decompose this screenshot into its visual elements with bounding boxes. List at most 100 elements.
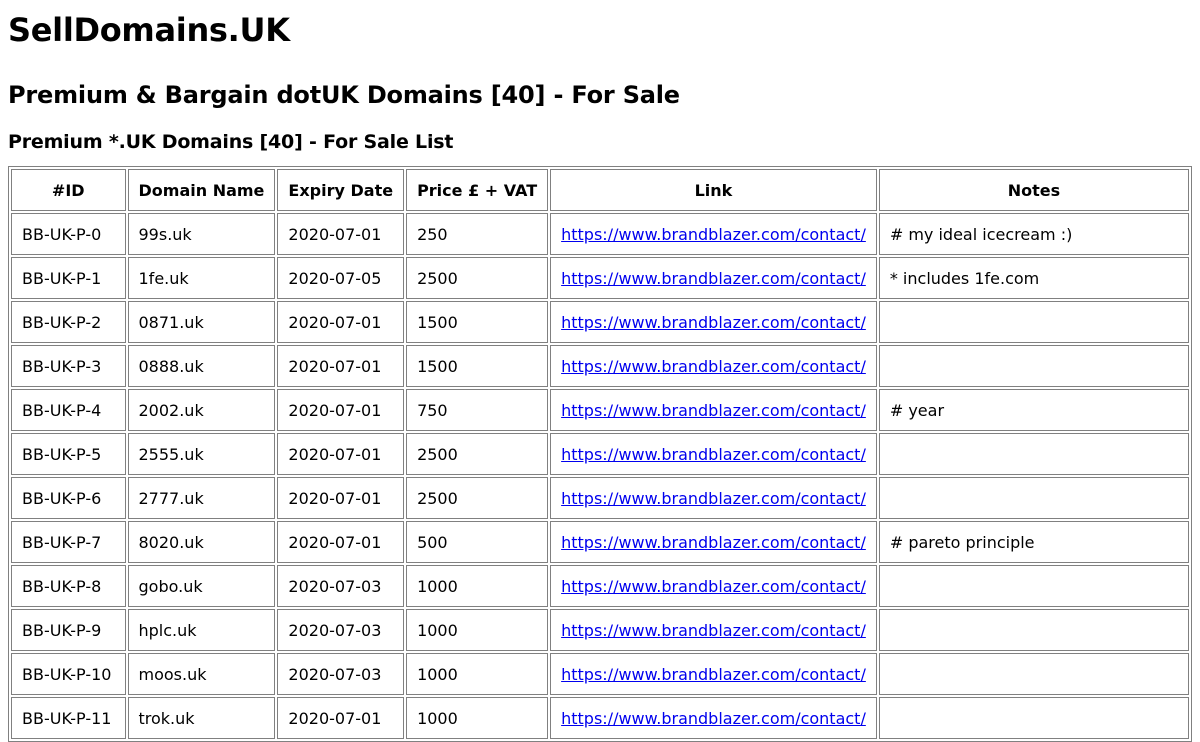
cell-expiry-date: 2020-07-01 [277, 477, 405, 519]
cell-price: 1000 [406, 653, 549, 695]
cell-expiry-date: 2020-07-03 [277, 609, 405, 651]
table-row: BB-UK-P-8 gobo.uk 2020-07-03 1000 https://ww… [11, 565, 1189, 607]
cell-id: BB-UK-P-6 [11, 477, 126, 519]
cell-domain-name: moos.uk [127, 653, 276, 695]
cell-link: https://www.brandblazer.com/contact/ [550, 345, 877, 387]
table-row: BB-UK-P-6 2777.uk 2020-07-01 2500 https://ww… [11, 477, 1189, 519]
cell-link: https://www.brandblazer.com/contact/ [550, 433, 877, 475]
cell-notes [878, 697, 1189, 739]
cell-id: BB-UK-P-2 [11, 301, 126, 343]
cell-domain-name: 8020.uk [127, 521, 276, 563]
cell-domain-name: 0888.uk [127, 345, 276, 387]
cell-link: https://www.brandblazer.com/contact/ [550, 697, 877, 739]
contact-link[interactable]: https://www.brandblazer.com/contact/ [561, 709, 866, 728]
cell-notes [878, 477, 1189, 519]
cell-notes: # my ideal icecream :) [878, 213, 1189, 255]
cell-expiry-date: 2020-07-01 [277, 697, 405, 739]
cell-expiry-date: 2020-07-03 [277, 653, 405, 695]
site-title: SellDomains.UK [8, 11, 290, 49]
cell-id: BB-UK-P-11 [11, 697, 126, 739]
contact-link[interactable]: https://www.brandblazer.com/contact/ [561, 665, 866, 684]
cell-notes: # year [878, 389, 1189, 431]
column-header-price: Price £ + VAT [406, 169, 549, 211]
table-row: BB-UK-P-4 2002.uk 2020-07-01 750 https://www… [11, 389, 1189, 431]
cell-price: 2500 [406, 477, 549, 519]
cell-domain-name: trok.uk [127, 697, 276, 739]
cell-notes: * includes 1fe.com [878, 257, 1189, 299]
cell-price: 1500 [406, 301, 549, 343]
cell-expiry-date: 2020-07-03 [277, 565, 405, 607]
cell-id: BB-UK-P-7 [11, 521, 126, 563]
cell-expiry-date: 2020-07-01 [277, 433, 405, 475]
cell-domain-name: gobo.uk [127, 565, 276, 607]
contact-link[interactable]: https://www.brandblazer.com/contact/ [561, 357, 866, 376]
cell-price: 1500 [406, 345, 549, 387]
cell-domain-name: 1fe.uk [127, 257, 276, 299]
cell-notes [878, 433, 1189, 475]
cell-domain-name: 0871.uk [127, 301, 276, 343]
cell-link: https://www.brandblazer.com/contact/ [550, 301, 877, 343]
table-row: BB-UK-P-9 hplc.uk 2020-07-03 1000 https://ww… [11, 609, 1189, 651]
table-row: BB-UK-P-0 99s.uk 2020-07-01 250 https://www.… [11, 213, 1189, 255]
cell-price: 1000 [406, 565, 549, 607]
cell-expiry-date: 2020-07-01 [277, 213, 405, 255]
cell-link: https://www.brandblazer.com/contact/ [550, 653, 877, 695]
cell-expiry-date: 2020-07-01 [277, 521, 405, 563]
cell-link: https://www.brandblazer.com/contact/ [550, 477, 877, 519]
cell-domain-name: 99s.uk [127, 213, 276, 255]
column-header-expiry-date: Expiry Date [277, 169, 405, 211]
column-header-link: Link [550, 169, 877, 211]
cell-notes [878, 653, 1189, 695]
cell-domain-name: 2002.uk [127, 389, 276, 431]
column-header-notes: Notes [878, 169, 1189, 211]
cell-expiry-date: 2020-07-05 [277, 257, 405, 299]
cell-notes [878, 345, 1189, 387]
cell-notes [878, 565, 1189, 607]
cell-price: 250 [406, 213, 549, 255]
contact-link[interactable]: https://www.brandblazer.com/contact/ [561, 621, 866, 640]
table-row: BB-UK-P-10 moos.uk 2020-07-03 1000 https://w… [11, 653, 1189, 695]
page-content: SellDomains.UK Premium & Bargain dotUK D… [8, 0, 1192, 742]
cell-expiry-date: 2020-07-01 [277, 389, 405, 431]
table-row: BB-UK-P-3 0888.uk 2020-07-01 1500 https://ww… [11, 345, 1189, 387]
contact-link[interactable]: https://www.brandblazer.com/contact/ [561, 313, 866, 332]
cell-link: https://www.brandblazer.com/contact/ [550, 609, 877, 651]
cell-price: 750 [406, 389, 549, 431]
cell-link: https://www.brandblazer.com/contact/ [550, 389, 877, 431]
cell-expiry-date: 2020-07-01 [277, 345, 405, 387]
cell-link: https://www.brandblazer.com/contact/ [550, 565, 877, 607]
contact-link[interactable]: https://www.brandblazer.com/contact/ [561, 401, 866, 420]
contact-link[interactable]: https://www.brandblazer.com/contact/ [561, 577, 866, 596]
cell-price: 2500 [406, 257, 549, 299]
contact-link[interactable]: https://www.brandblazer.com/contact/ [561, 225, 866, 244]
cell-notes [878, 609, 1189, 651]
cell-id: BB-UK-P-10 [11, 653, 126, 695]
cell-expiry-date: 2020-07-01 [277, 301, 405, 343]
table-header-row: #ID Domain Name Expiry Date Price £ + VA… [11, 169, 1189, 211]
cell-id: BB-UK-P-0 [11, 213, 126, 255]
cell-link: https://www.brandblazer.com/contact/ [550, 257, 877, 299]
table-row: BB-UK-P-7 8020.uk 2020-07-01 500 https://www… [11, 521, 1189, 563]
cell-id: BB-UK-P-9 [11, 609, 126, 651]
contact-link[interactable]: https://www.brandblazer.com/contact/ [561, 445, 866, 464]
cell-domain-name: hplc.uk [127, 609, 276, 651]
cell-id: BB-UK-P-8 [11, 565, 126, 607]
cell-domain-name: 2555.uk [127, 433, 276, 475]
cell-id: BB-UK-P-5 [11, 433, 126, 475]
cell-link: https://www.brandblazer.com/contact/ [550, 521, 877, 563]
list-subheading: Premium *.UK Domains [40] - For Sale Lis… [8, 131, 454, 153]
contact-link[interactable]: https://www.brandblazer.com/contact/ [561, 489, 866, 508]
page-heading: Premium & Bargain dotUK Domains [40] - F… [8, 81, 680, 109]
table-row: BB-UK-P-2 0871.uk 2020-07-01 1500 https://ww… [11, 301, 1189, 343]
contact-link[interactable]: https://www.brandblazer.com/contact/ [561, 533, 866, 552]
column-header-id: #ID [11, 169, 126, 211]
cell-id: BB-UK-P-1 [11, 257, 126, 299]
cell-price: 1000 [406, 609, 549, 651]
cell-notes: # pareto principle [878, 521, 1189, 563]
domains-table: #ID Domain Name Expiry Date Price £ + VA… [8, 166, 1192, 742]
table-body: BB-UK-P-0 99s.uk 2020-07-01 250 https://www.… [11, 213, 1189, 739]
cell-link: https://www.brandblazer.com/contact/ [550, 213, 877, 255]
cell-domain-name: 2777.uk [127, 477, 276, 519]
contact-link[interactable]: https://www.brandblazer.com/contact/ [561, 269, 866, 288]
cell-price: 1000 [406, 697, 549, 739]
